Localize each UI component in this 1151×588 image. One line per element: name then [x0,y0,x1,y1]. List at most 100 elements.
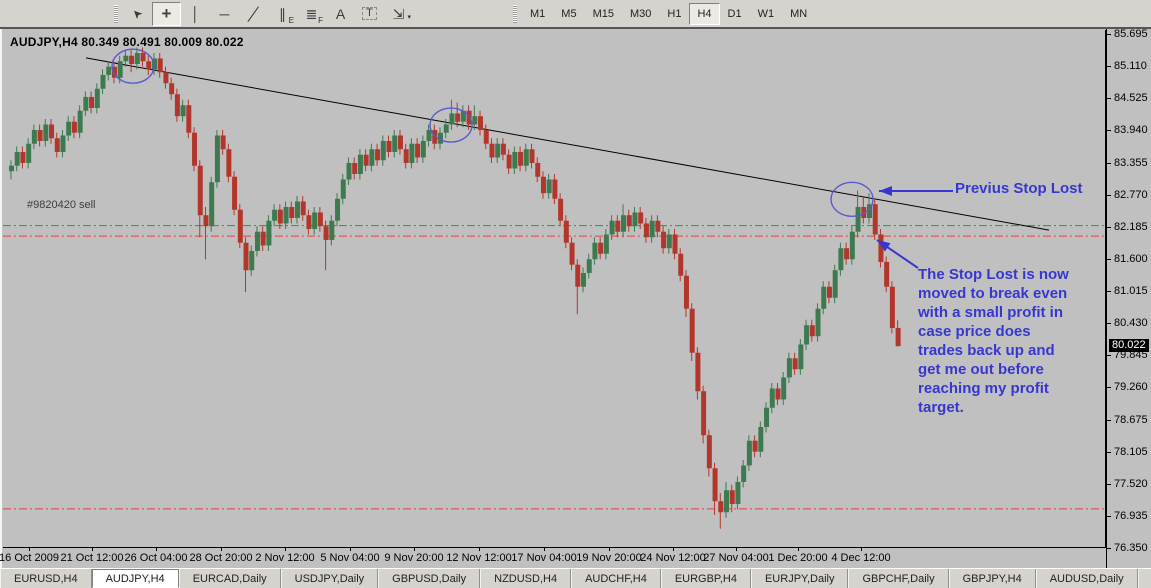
arrows-tool[interactable]: ⇲▾ [384,2,413,26]
candle-body [215,135,220,182]
candle-body [558,199,563,221]
timeframe-h4-button[interactable]: H4 [689,3,719,25]
timeframe-d1-button[interactable]: D1 [720,3,750,25]
chart-tab-gbpjpy[interactable]: GBPJPY,H4 [949,569,1036,588]
timeframe-m1-button[interactable]: M1 [522,3,553,25]
timeframe-m15-button[interactable]: M15 [585,3,622,25]
chart-tab-usdchf[interactable]: USDCHF,H4 [1138,569,1151,588]
vertical-line-tool[interactable]: │ [181,2,210,26]
price-tick-label: 84.525 [1114,92,1148,104]
annotation-stop-note[interactable]: The Stop Lost is nowmoved to break evenw… [918,265,1106,417]
price-tick [1107,291,1111,292]
time-tick [92,547,93,551]
timeframe-mn-button[interactable]: MN [782,3,815,25]
price-tick-label: 79.260 [1114,381,1148,393]
price-tick [1107,387,1111,388]
candle-body [467,111,472,125]
chart-tab-audchf[interactable]: AUDCHF,H4 [571,569,661,588]
price-tick-label: 77.520 [1114,478,1148,490]
chart-tab-eurgbp[interactable]: EURGBP,H4 [661,569,751,588]
candle-body [695,353,700,392]
candle-body [181,105,186,116]
subscript-label: F [318,17,323,25]
time-axis[interactable]: 16 Oct 200921 Oct 12:0026 Oct 04:0028 Oc… [3,547,1106,568]
horizontal-line-tool[interactable]: ─ [210,2,239,26]
toolbar-grip[interactable] [513,5,517,23]
candle-body [495,144,500,158]
candle-body [398,135,403,149]
candle-body [226,149,231,177]
candle-body [26,144,31,163]
candle-body [146,61,151,69]
candle-body [83,97,88,111]
candle-body [621,215,626,232]
annotation-note-line: case price does [918,322,1106,341]
time-tick [544,547,545,551]
highlight-circle[interactable] [831,182,873,216]
chart-tab-audjpy[interactable]: AUDJPY,H4 [92,569,179,588]
annotation-note-line: target. [918,398,1106,417]
time-tick [736,547,737,551]
fibonacci-tool[interactable]: ≣F [297,2,326,26]
annotation-note-line: The Stop Lost is now [918,265,1106,284]
chart-tab-nzdusd[interactable]: NZDUSD,H4 [480,569,571,588]
candle-body [592,243,597,260]
candle-body [449,113,454,124]
symbol-header: AUDJPY,H4 80.349 80.491 80.009 80.022 [10,35,244,49]
chart-tab-eurjpy[interactable]: EURJPY,Daily [751,569,849,588]
candle-body [341,179,346,198]
text-label-icon: T [362,7,377,20]
candle-body [324,226,329,240]
annotation-previous-stop[interactable]: Previus Stop Lost [955,180,1083,197]
time-tick [29,547,30,551]
candle-body [632,212,637,226]
text-tool[interactable]: A [326,2,355,26]
price-tick [1107,452,1111,453]
timeframe-m5-button[interactable]: M5 [553,3,584,25]
candle-body [318,212,323,226]
chart-plot-area[interactable]: AUDJPY,H4 80.349 80.491 80.009 80.022 #9… [3,30,1106,548]
price-tick-label: 76.350 [1114,542,1148,554]
candle-body [638,212,643,223]
chart-tab-gbpusd[interactable]: GBPUSD,Daily [378,569,480,588]
time-tick-label: 21 Oct 12:00 [61,552,124,564]
price-tick [1107,195,1111,196]
time-tick [285,547,286,551]
descending-trendline[interactable] [86,58,1049,230]
candle-body [684,276,689,309]
candle-body [781,377,786,399]
timeframe-m30-button[interactable]: M30 [622,3,659,25]
candle-body [570,243,575,265]
timeframe-h1-button[interactable]: H1 [659,3,689,25]
candle-body [816,309,821,337]
candle-body [38,130,43,141]
price-axis[interactable]: 80.022 85.69585.11084.52583.94083.35582.… [1106,29,1151,568]
toolbar-grip[interactable] [114,5,118,23]
equidistant-channel-icon: ∥ [279,7,286,21]
candle-body [455,113,460,121]
timeframe-w1-button[interactable]: W1 [750,3,783,25]
chart-tab-audusd[interactable]: AUDUSD,Daily [1036,569,1138,588]
candle-body [20,152,25,163]
chart-tab-eurusd[interactable]: EURUSD,H4 [0,569,92,588]
chart-tab-usdjpy[interactable]: USDJPY,Daily [281,569,379,588]
crosshair-tool[interactable]: + [152,2,181,26]
annotation-note-line: get me out before [918,360,1106,379]
candle-body [375,149,380,160]
candle-body [844,248,849,259]
chart-tab-gbpchf[interactable]: GBPCHF,Daily [848,569,948,588]
candle-body [392,135,397,152]
timeframe-toolbar: M1M5M15M30H1H4D1W1MN [511,1,815,27]
trendline-icon: ╱ [248,6,258,21]
price-tick-label: 83.940 [1114,124,1148,136]
annotation-arrowhead [879,186,892,196]
trendline-tool[interactable]: ╱ [239,2,268,26]
equidistant-channel-tool[interactable]: ∥E [268,2,297,26]
candle-body [249,251,254,270]
time-tick-label: 26 Oct 04:00 [125,552,188,564]
candle-body [163,72,168,83]
cursor-tool[interactable]: ➤ [123,2,152,26]
chart-tab-eurcad[interactable]: EURCAD,Daily [179,569,281,588]
drawing-toolbar: ➤+│─ ╱ ∥E≣FAT ⇲▾ [112,1,413,27]
text-label-tool[interactable]: T [355,2,384,26]
